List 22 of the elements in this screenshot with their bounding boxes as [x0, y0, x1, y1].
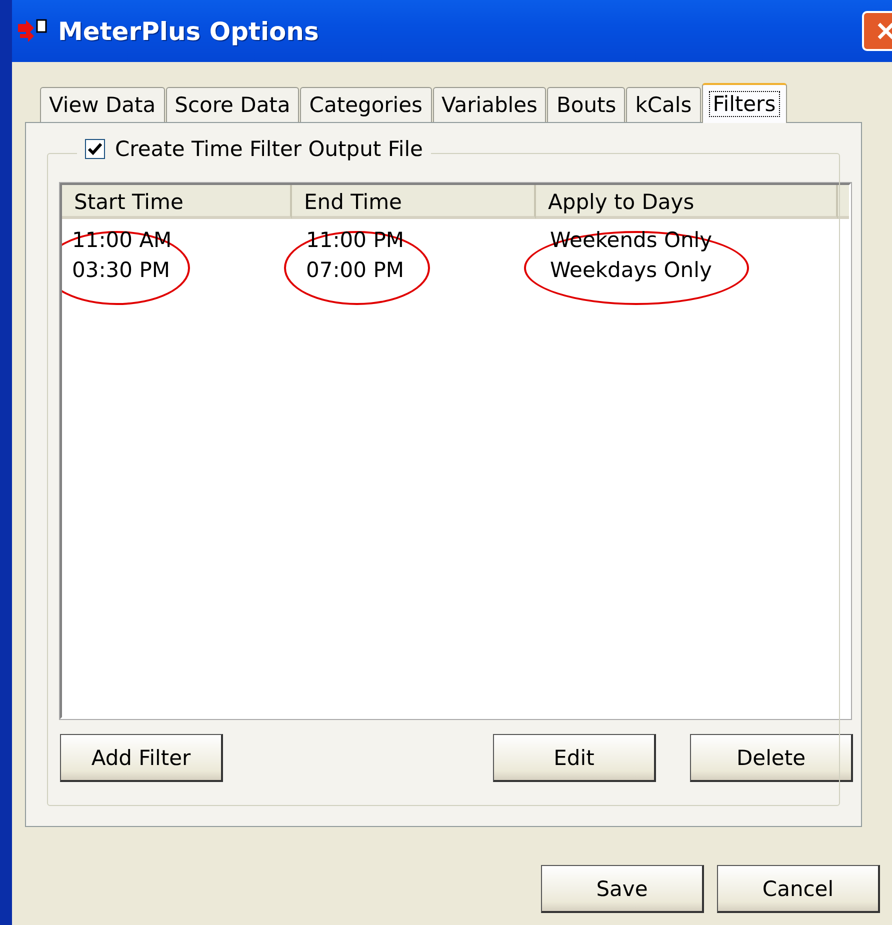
checkbox-label[interactable]: Create Time Filter Output File	[115, 137, 423, 161]
dialog-button[interactable]: Save	[541, 865, 704, 913]
dialog-button[interactable]: Delete	[690, 734, 853, 782]
checkbox[interactable]	[85, 139, 105, 159]
tab[interactable]: Categories	[300, 87, 432, 122]
tab[interactable]: View Data	[40, 87, 165, 122]
column-header[interactable]: End Time	[292, 185, 536, 219]
tab[interactable]: kCals	[626, 87, 701, 122]
column-header[interactable]: Apply to Days	[536, 185, 838, 219]
dialog-button[interactable]: Cancel	[717, 865, 880, 913]
tab[interactable]: Score Data	[166, 87, 300, 122]
table-cell: Weekdays Only	[550, 258, 712, 282]
dialog-button[interactable]: Add Filter	[60, 734, 223, 782]
close-icon	[875, 20, 892, 42]
table-cell: 03:30 PM	[72, 258, 170, 282]
dialog-button[interactable]: Edit	[493, 734, 656, 782]
tab[interactable]: Bouts	[547, 87, 626, 122]
tab[interactable]: Variables	[432, 87, 546, 122]
tab[interactable]: Filters	[702, 83, 787, 123]
window-title: MeterPlus Options	[58, 16, 319, 46]
table-cell: 07:00 PM	[306, 258, 404, 282]
column-header[interactable]: Start Time	[62, 185, 292, 219]
